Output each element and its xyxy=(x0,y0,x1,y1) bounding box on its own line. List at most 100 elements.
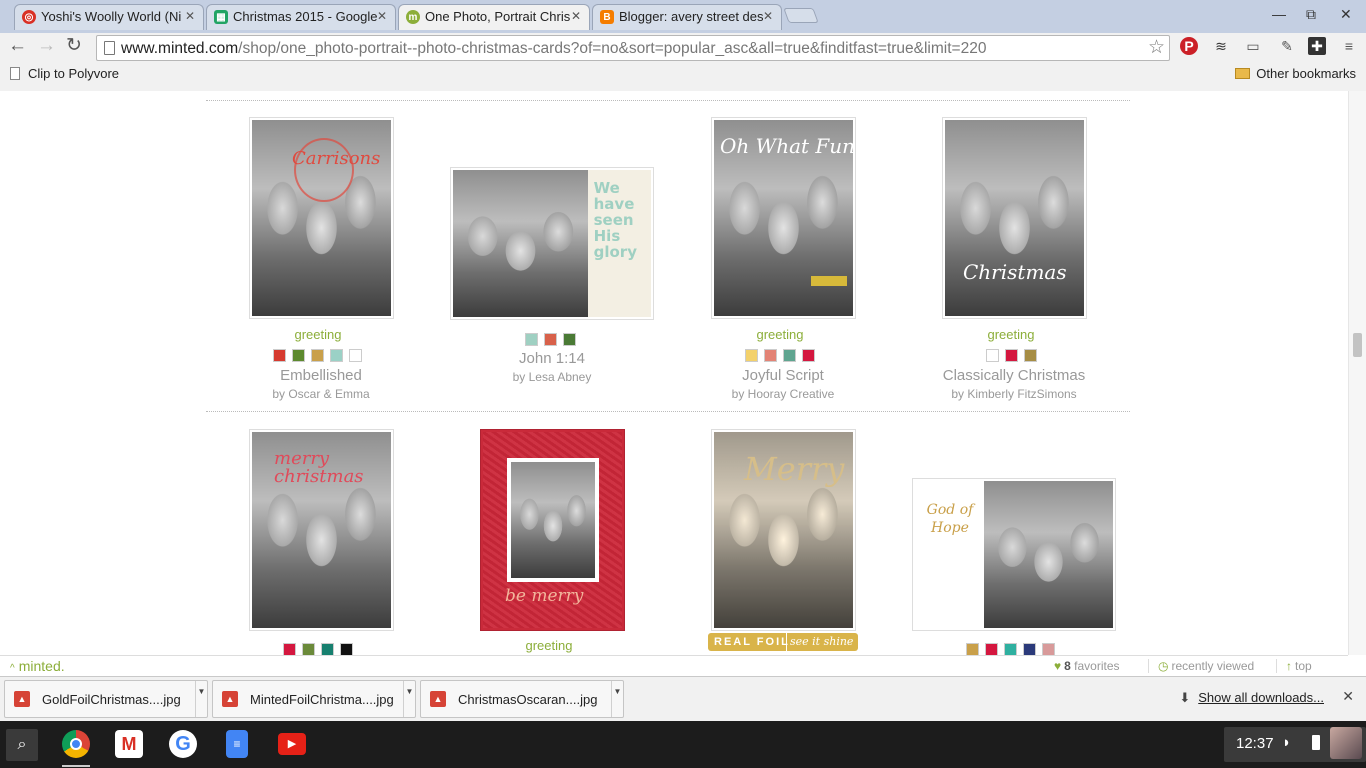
swatch[interactable] xyxy=(525,333,538,346)
card-designer[interactable]: by Lesa Abney xyxy=(452,370,652,384)
card-john-1-14[interactable]: We have seen His glory xyxy=(450,167,654,320)
scrollbar[interactable] xyxy=(1348,91,1366,655)
swatch[interactable] xyxy=(1042,643,1055,655)
swatch[interactable] xyxy=(321,643,334,655)
card-designer[interactable]: by Kimberly FitzSimons xyxy=(914,387,1114,401)
swatch[interactable] xyxy=(966,643,979,655)
card-photo xyxy=(984,481,1113,628)
top-link[interactable]: ↑ top xyxy=(1286,659,1312,673)
card-title[interactable]: Embellished xyxy=(221,367,421,384)
scrollbar-thumb[interactable] xyxy=(1353,333,1362,357)
chevron-down-icon[interactable]: ▼ xyxy=(403,681,415,717)
swatch[interactable] xyxy=(330,349,343,362)
card-merry-foil[interactable]: Merry xyxy=(711,429,856,631)
card-god-of-hope[interactable]: God of Hope xyxy=(912,478,1116,631)
swatch[interactable] xyxy=(273,349,286,362)
back-icon[interactable]: ← xyxy=(8,35,27,57)
url-text[interactable]: www.minted.com/shop/one_photo-portrait--… xyxy=(121,40,986,58)
new-tab-button[interactable] xyxy=(783,8,819,23)
extension-icon[interactable]: ✚ xyxy=(1308,37,1326,55)
tab-minted[interactable]: m One Photo, Portrait Chris ✕ xyxy=(398,4,590,30)
card-classically-christmas[interactable]: Christmas xyxy=(942,117,1087,319)
close-icon[interactable]: ✕ xyxy=(377,5,387,28)
swatch[interactable] xyxy=(764,349,777,362)
real-foil-badge[interactable]: REAL FOIL see it shine xyxy=(708,633,858,651)
swatch[interactable] xyxy=(349,349,362,362)
minted-logo[interactable]: ^ minted. xyxy=(10,658,65,674)
gmail-icon[interactable]: M xyxy=(115,730,143,758)
swatch[interactable] xyxy=(783,349,796,362)
card-title[interactable]: John 1:14 xyxy=(452,350,652,367)
swatch[interactable] xyxy=(302,643,315,655)
card-merry-christmas[interactable]: merry christmas xyxy=(249,429,394,631)
swatch[interactable] xyxy=(340,643,353,655)
chevron-down-icon[interactable]: ▼ xyxy=(195,681,207,717)
swatch[interactable] xyxy=(283,643,296,655)
swatch[interactable] xyxy=(745,349,758,362)
swatch[interactable] xyxy=(986,349,999,362)
close-icon[interactable]: ✕ xyxy=(763,5,773,28)
card-joyful-script[interactable]: Oh What Fun xyxy=(711,117,856,319)
page-icon xyxy=(10,67,20,80)
pinterest-icon[interactable]: P xyxy=(1180,37,1198,55)
card-embellished[interactable]: Carrisons xyxy=(249,117,394,319)
favorites-link[interactable]: ♥ 8 favorites xyxy=(1054,659,1120,673)
avatar[interactable] xyxy=(1330,727,1362,759)
bookmark-clip-to-polyvore[interactable]: Clip to Polyvore xyxy=(10,66,119,81)
eyedropper-icon[interactable]: ✎ xyxy=(1278,37,1296,55)
bookmark-other[interactable]: Other bookmarks xyxy=(1235,66,1356,81)
buffer-icon[interactable]: ≋ xyxy=(1212,37,1230,55)
blogger-icon: B xyxy=(600,10,614,24)
card-title[interactable]: Classically Christmas xyxy=(914,367,1114,384)
menu-icon[interactable]: ≡ xyxy=(1340,37,1358,55)
swatch[interactable] xyxy=(563,333,576,346)
swatch[interactable] xyxy=(292,349,305,362)
close-window-icon[interactable]: ✕ xyxy=(1340,6,1352,23)
swatch[interactable] xyxy=(1024,349,1037,362)
restore-icon[interactable]: ⧉ xyxy=(1306,6,1316,23)
forward-icon[interactable]: → xyxy=(37,35,56,57)
tab-christmas-sheet[interactable]: ▦ Christmas 2015 - Google ✕ xyxy=(206,4,396,30)
card-photo: merry christmas xyxy=(252,432,391,628)
download-item[interactable]: ▲ ChristmasOscaran....jpg ▼ xyxy=(420,680,624,718)
close-icon[interactable]: ✕ xyxy=(571,5,581,28)
bookmark-star-icon[interactable]: ☆ xyxy=(1148,36,1165,59)
swatch[interactable] xyxy=(802,349,815,362)
tab-blogger[interactable]: B Blogger: avery street des ✕ xyxy=(592,4,782,30)
download-filename: MintedFoilChristma....jpg xyxy=(250,692,394,707)
search-icon[interactable]: ⌕ xyxy=(6,729,38,761)
close-icon[interactable]: ✕ xyxy=(1342,688,1354,705)
tab-label: Yoshi's Woolly World (Ni xyxy=(41,9,182,24)
minimize-icon[interactable]: — xyxy=(1272,6,1286,22)
docs-icon[interactable]: ≡ xyxy=(226,730,248,758)
youtube-icon[interactable]: ▶ xyxy=(278,733,306,755)
reload-icon[interactable]: ↻ xyxy=(66,35,82,57)
card-designer[interactable]: by Oscar & Emma xyxy=(221,387,421,401)
card-label: greeting xyxy=(756,327,804,342)
chrome-icon[interactable] xyxy=(62,730,90,758)
tab-yoshi[interactable]: ◎ Yoshi's Woolly World (Ni ✕ xyxy=(14,4,204,30)
card-be-merry[interactable]: be merry xyxy=(480,429,625,631)
swatch[interactable] xyxy=(1005,349,1018,362)
swatch[interactable] xyxy=(311,349,324,362)
card-title[interactable]: Joyful Script xyxy=(683,367,883,384)
wifi-icon: ◗ xyxy=(1282,734,1292,751)
card-designer[interactable]: by Hooray Creative xyxy=(683,387,883,401)
download-item[interactable]: ▲ GoldFoilChristmas....jpg ▼ xyxy=(4,680,208,718)
recently-viewed-link[interactable]: ◷ recently viewed xyxy=(1158,659,1254,673)
swatch[interactable] xyxy=(1023,643,1036,655)
chevron-down-icon[interactable]: ▼ xyxy=(611,681,623,717)
row-divider xyxy=(206,100,1130,101)
show-all-downloads-link[interactable]: ⬇ Show all downloads... xyxy=(1179,690,1324,706)
address-bar[interactable]: www.minted.com/shop/one_photo-portrait--… xyxy=(96,35,1170,61)
google-icon[interactable]: G xyxy=(169,730,197,758)
swatch[interactable] xyxy=(1004,643,1017,655)
swatch[interactable] xyxy=(985,643,998,655)
cast-icon[interactable]: ▭ xyxy=(1244,37,1262,55)
swatch[interactable] xyxy=(544,333,557,346)
card-overlay-text: Christmas xyxy=(963,260,1067,284)
favorites-label: favorites xyxy=(1074,659,1120,673)
bookmark-label: Other bookmarks xyxy=(1256,66,1356,81)
download-item[interactable]: ▲ MintedFoilChristma....jpg ▼ xyxy=(212,680,416,718)
close-icon[interactable]: ✕ xyxy=(185,5,195,28)
